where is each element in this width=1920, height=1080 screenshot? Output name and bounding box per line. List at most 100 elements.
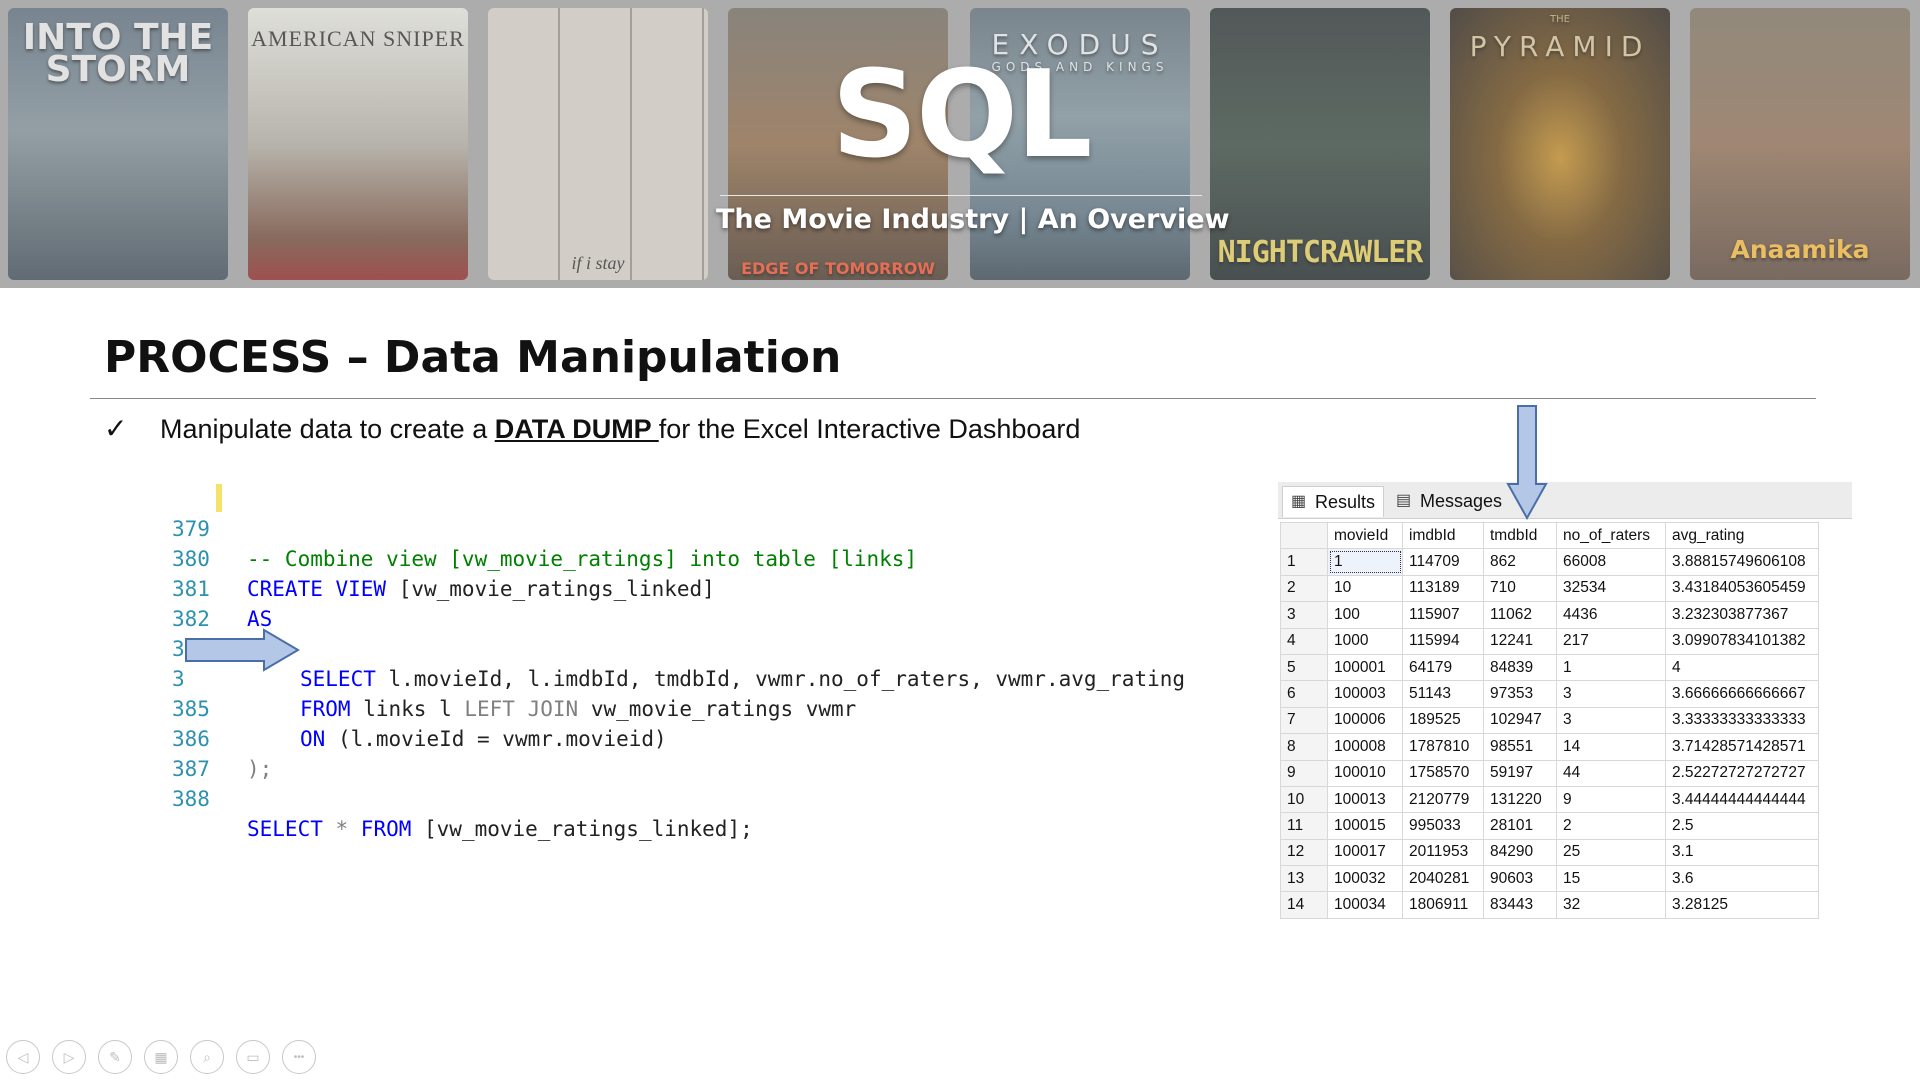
grid-cell[interactable]: 113189 [1402, 574, 1484, 603]
grid-cell[interactable]: 100008 [1327, 733, 1403, 761]
grid-cell[interactable]: 3.88815749606108 [1665, 548, 1819, 576]
grid-cell[interactable]: 3.28125 [1665, 891, 1819, 919]
row-number: 12 [1280, 838, 1328, 867]
grid-cell[interactable]: 44 [1556, 759, 1666, 787]
grid-cell[interactable]: 217 [1556, 627, 1666, 655]
grid-cell[interactable]: 59197 [1483, 759, 1557, 787]
grid-cell[interactable]: 100013 [1327, 785, 1403, 814]
grid-cell[interactable]: 11062 [1483, 601, 1557, 629]
tab-messages[interactable]: ▤ Messages [1390, 486, 1510, 516]
grid-cell[interactable]: 1 [1556, 653, 1666, 682]
grid-cell[interactable]: 1758570 [1402, 759, 1484, 787]
grid-cell[interactable]: 12241 [1483, 627, 1557, 655]
grid-cell[interactable]: 3.09907834101382 [1665, 627, 1819, 655]
zoom-icon[interactable]: ⌕ [190, 1040, 224, 1074]
prev-icon[interactable]: ◁ [6, 1040, 40, 1074]
table-row[interactable]: 9 100010 1758570 59197 44 2.52272727272727 [1280, 759, 1819, 787]
table-row[interactable]: 13 100032 2040281 90603 15 3.6 [1280, 865, 1819, 893]
grid-cell[interactable]: 100010 [1327, 759, 1403, 787]
grid-cell[interactable]: 131220 [1483, 785, 1557, 814]
more-icon[interactable]: ••• [282, 1040, 316, 1074]
column-header[interactable]: no_of_raters [1556, 521, 1666, 550]
grid-cell[interactable]: 32 [1556, 891, 1666, 919]
grid-cell[interactable]: 1806911 [1402, 891, 1484, 919]
grid-cell[interactable]: 66008 [1556, 548, 1666, 576]
grid-cell[interactable]: 98551 [1483, 733, 1557, 761]
grid-cell[interactable]: 83443 [1483, 891, 1557, 919]
grid-cell[interactable]: 9 [1556, 785, 1666, 814]
grid-cell[interactable]: 84290 [1483, 838, 1557, 867]
table-row[interactable]: 10 100013 2120779 131220 9 3.44444444444444 [1280, 785, 1819, 814]
grid-cell[interactable]: 1 [1327, 548, 1403, 576]
grid-cell[interactable]: 3.6 [1665, 865, 1819, 893]
grid-cell[interactable]: 25 [1556, 838, 1666, 867]
table-row[interactable]: 2 10 113189 710 32534 3.43184053605459 [1280, 574, 1819, 603]
table-row[interactable]: 1 1 114709 862 66008 3.88815749606108 [1280, 548, 1819, 576]
grid-cell[interactable]: 90603 [1483, 865, 1557, 893]
table-row[interactable]: 7 100006 189525 102947 3 3.33333333333333 [1280, 706, 1819, 735]
grid-cell[interactable]: 3 [1556, 706, 1666, 735]
tab-results[interactable]: ▦ Results [1282, 486, 1384, 517]
grid-cell[interactable]: 10 [1327, 574, 1403, 603]
table-row[interactable]: 6 100003 51143 97353 3 3.66666666666667 [1280, 680, 1819, 708]
grid-cell[interactable]: 2120779 [1402, 785, 1484, 814]
grid-cell[interactable]: 1000 [1327, 627, 1403, 655]
grid-cell[interactable]: 3.71428571428571 [1665, 733, 1819, 761]
grid-cell[interactable]: 3.1 [1665, 838, 1819, 867]
column-header[interactable]: avg_rating [1665, 521, 1819, 550]
grid-cell[interactable]: 189525 [1402, 706, 1484, 735]
grid-cell[interactable]: 64179 [1402, 653, 1484, 682]
grid-cell[interactable]: 3.232303877367 [1665, 601, 1819, 629]
grid-cell[interactable]: 14 [1556, 733, 1666, 761]
grid-cell[interactable]: 115994 [1402, 627, 1484, 655]
grid-cell[interactable]: 100006 [1327, 706, 1403, 735]
table-row[interactable]: 14 100034 1806911 83443 32 3.28125 [1280, 891, 1819, 919]
column-header[interactable]: imdbId [1402, 521, 1484, 550]
grid-cell[interactable]: 4 [1665, 653, 1819, 682]
slides-icon[interactable]: ▦ [144, 1040, 178, 1074]
column-header[interactable]: tmdbId [1483, 521, 1557, 550]
grid-cell[interactable]: 100015 [1327, 812, 1403, 840]
grid-cell[interactable]: 3.44444444444444 [1665, 785, 1819, 814]
grid-cell[interactable]: 4436 [1556, 601, 1666, 629]
table-row[interactable]: 11 100015 995033 28101 2 2.5 [1280, 812, 1819, 840]
grid-cell[interactable]: 2011953 [1402, 838, 1484, 867]
grid-cell[interactable]: 3.33333333333333 [1665, 706, 1819, 735]
grid-cell[interactable]: 51143 [1402, 680, 1484, 708]
grid-cell[interactable]: 100034 [1327, 891, 1403, 919]
grid-cell[interactable]: 100001 [1327, 653, 1403, 682]
column-header[interactable]: movieId [1327, 521, 1403, 550]
grid-cell[interactable]: 862 [1483, 548, 1557, 576]
grid-cell[interactable]: 2.52272727272727 [1665, 759, 1819, 787]
grid-cell[interactable]: 115907 [1402, 601, 1484, 629]
grid-cell[interactable]: 3 [1556, 680, 1666, 708]
grid-cell[interactable]: 3.66666666666667 [1665, 680, 1819, 708]
table-row[interactable]: 3 100 115907 11062 4436 3.232303877367 [1280, 601, 1819, 629]
grid-cell[interactable]: 84839 [1483, 653, 1557, 682]
pen-icon[interactable]: ✎ [98, 1040, 132, 1074]
grid-cell[interactable]: 32534 [1556, 574, 1666, 603]
grid-cell[interactable]: 1787810 [1402, 733, 1484, 761]
grid-cell[interactable]: 100032 [1327, 865, 1403, 893]
grid-cell[interactable]: 710 [1483, 574, 1557, 603]
grid-cell[interactable]: 28101 [1483, 812, 1557, 840]
grid-cell[interactable]: 2040281 [1402, 865, 1484, 893]
table-row[interactable]: 12 100017 2011953 84290 25 3.1 [1280, 838, 1819, 867]
results-grid[interactable]: movieId imdbId tmdbId no_of_raters avg_r… [1280, 521, 1819, 919]
table-row[interactable]: 8 100008 1787810 98551 14 3.71428571428571 [1280, 733, 1819, 761]
next-icon[interactable]: ▷ [52, 1040, 86, 1074]
table-row[interactable]: 5 100001 64179 84839 1 4 [1280, 653, 1819, 682]
grid-cell[interactable]: 100017 [1327, 838, 1403, 867]
table-row[interactable]: 4 1000 115994 12241 217 3.09907834101382 [1280, 627, 1819, 655]
grid-cell[interactable]: 995033 [1402, 812, 1484, 840]
grid-cell[interactable]: 2 [1556, 812, 1666, 840]
grid-cell[interactable]: 100 [1327, 601, 1403, 629]
grid-cell[interactable]: 97353 [1483, 680, 1557, 708]
grid-cell[interactable]: 3.43184053605459 [1665, 574, 1819, 603]
subtitles-icon[interactable]: ▭ [236, 1040, 270, 1074]
grid-cell[interactable]: 114709 [1402, 548, 1484, 576]
grid-cell[interactable]: 2.5 [1665, 812, 1819, 840]
grid-cell[interactable]: 102947 [1483, 706, 1557, 735]
grid-cell[interactable]: 15 [1556, 865, 1666, 893]
grid-cell[interactable]: 100003 [1327, 680, 1403, 708]
